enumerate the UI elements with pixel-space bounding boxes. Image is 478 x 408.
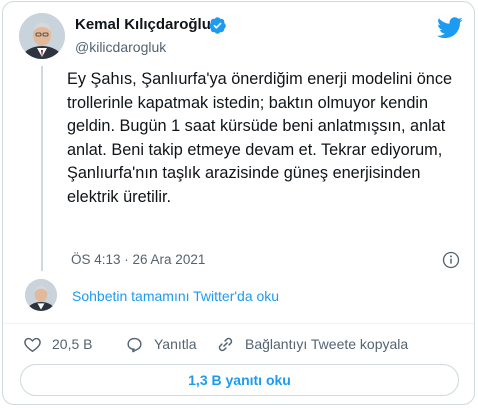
copy-link-button[interactable]: Bağlantıyı Tweete kopyala <box>216 333 408 355</box>
twitter-bird-icon[interactable] <box>437 17 463 39</box>
reply-button[interactable]: Yanıtla <box>125 333 197 355</box>
thread-avatar[interactable] <box>25 279 57 311</box>
actions-divider <box>3 323 474 324</box>
copy-link-label: Bağlantıyı Tweete kopyala <box>245 336 409 352</box>
like-button[interactable]: 20,5 B <box>23 333 92 355</box>
link-icon <box>218 337 233 351</box>
tweet-embed-card: Kemal Kılıçdaroğlu @kilicdarogluk Ey Şah… <box>2 1 475 405</box>
info-icon[interactable] <box>442 251 460 269</box>
author-display-name[interactable]: Kemal Kılıçdaroğlu <box>75 16 211 33</box>
tweet-timestamp[interactable]: ÖS 4:13 · 26 Ara 2021 <box>71 252 205 267</box>
reply-icon <box>127 337 142 352</box>
author-avatar[interactable] <box>19 13 65 59</box>
heart-icon <box>24 337 41 352</box>
thread-connector-line <box>41 66 43 271</box>
verified-badge-icon <box>209 17 226 34</box>
read-full-thread-link[interactable]: Sohbetin tamamını Twitter'da oku <box>72 288 279 304</box>
tweet-text: Ey Şahıs, Şanlıurfa'ya önerdiğim enerji … <box>67 70 453 206</box>
reply-label: Yanıtla <box>154 336 197 352</box>
like-count: 20,5 B <box>52 336 93 352</box>
author-handle[interactable]: @kilicdarogluk <box>75 39 166 55</box>
read-replies-button[interactable]: 1,3 B yanıtı oku <box>20 364 459 396</box>
